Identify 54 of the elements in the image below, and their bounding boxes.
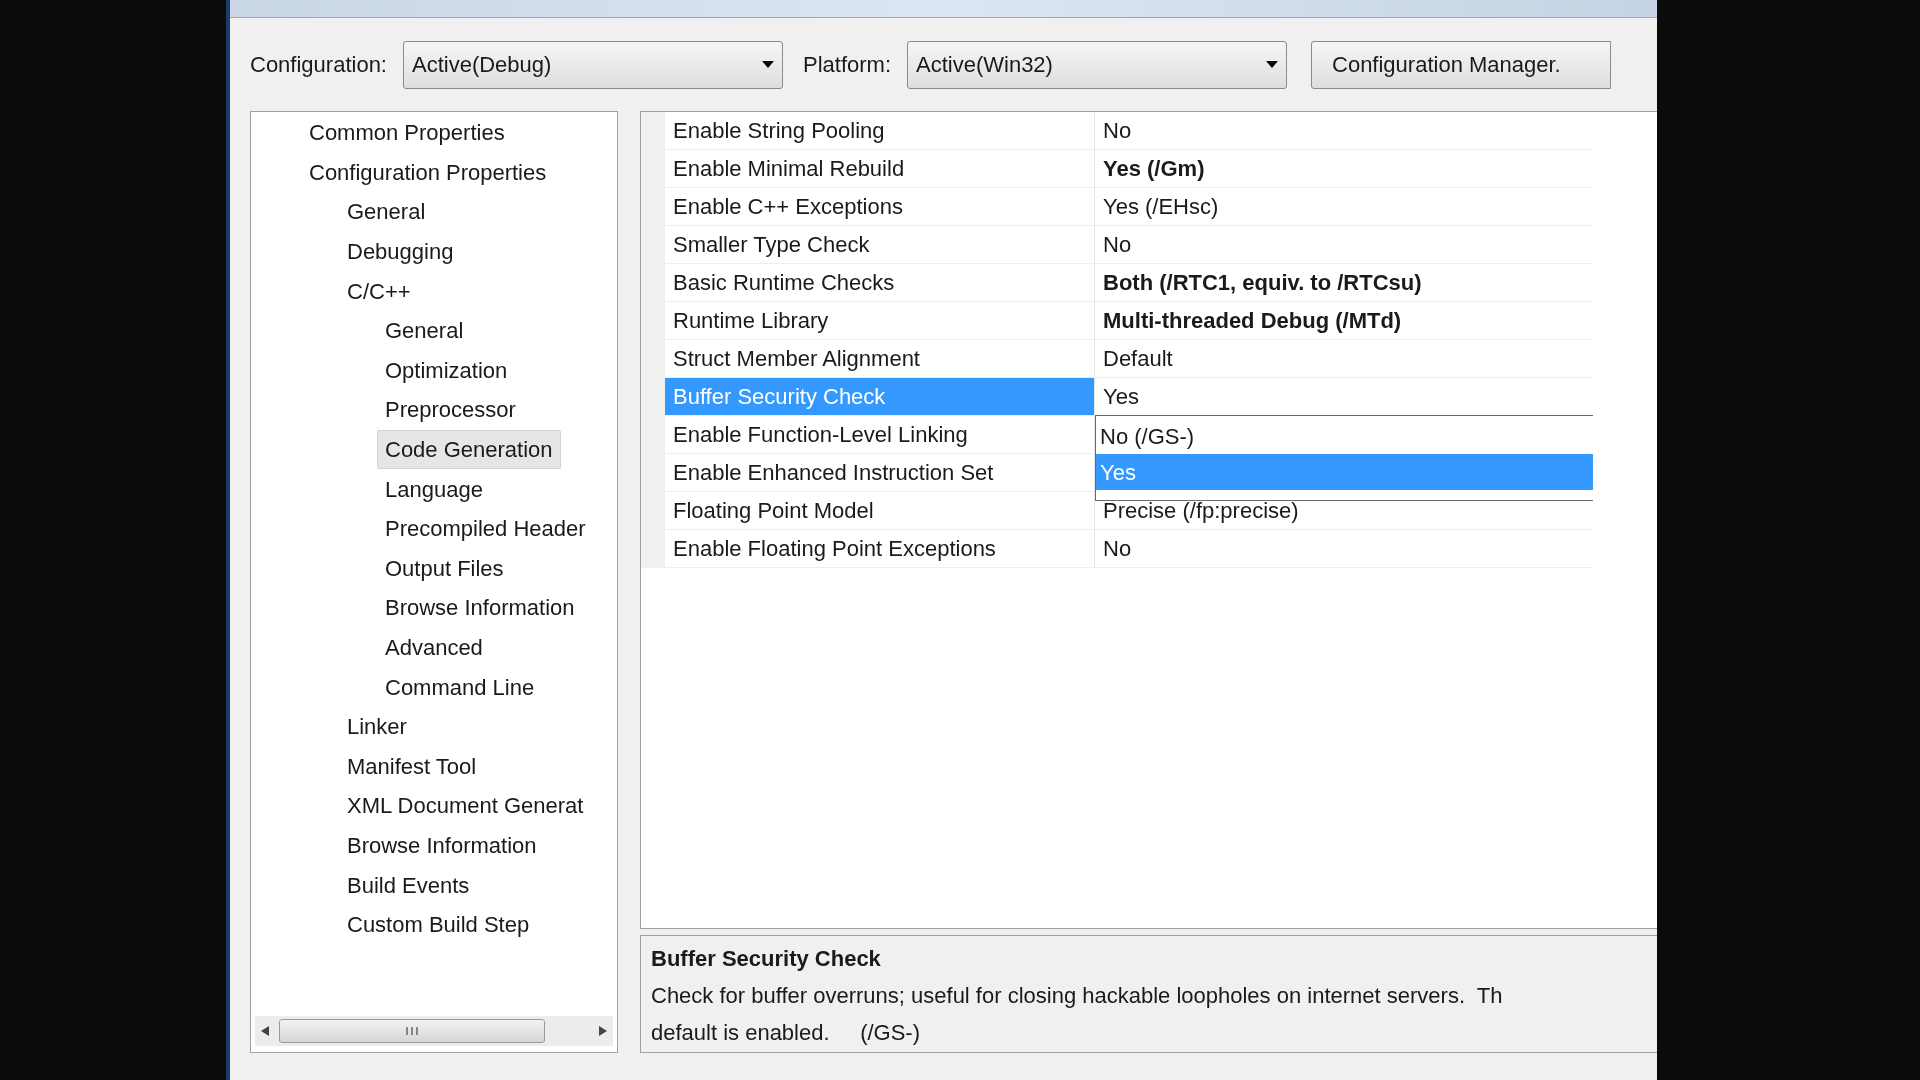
property-value[interactable]: Yes (/EHsc) [1103,190,1219,223]
description-text: default is enabled. (/GS-) [651,1019,922,1047]
property-name[interactable]: Enable Floating Point Exceptions [665,530,1095,567]
tree-item[interactable]: Configuration Properties [301,152,555,192]
property-name[interactable]: Basic Runtime Checks [665,264,1095,301]
tree-item[interactable]: Custom Build Step [339,905,538,945]
property-value[interactable]: Default [1103,342,1173,375]
property-name[interactable]: Struct Member Alignment [665,340,1095,377]
dropdown-option[interactable]: No (/GS-) [1096,418,1593,454]
configuration-manager-button[interactable]: Configuration Manager. [1311,40,1611,89]
tree-item[interactable]: Preprocessor [377,390,524,430]
tree-item[interactable]: Common Properties [301,113,513,153]
property-name[interactable]: Enable String Pooling [665,112,1095,149]
property-value[interactable]: Yes [1103,380,1139,413]
grip-icon [406,1026,418,1036]
tree-item[interactable]: Language [377,469,491,509]
tree-item[interactable]: Command Line [377,667,543,707]
tree-item[interactable]: Output Files [377,548,512,588]
tree-item[interactable]: Linker [339,707,415,747]
description-text: Check for buffer overruns; useful for closing hackable loopholes on internet servers. Th [651,982,1504,1010]
configuration-dropdown[interactable]: Active(Debug) [403,40,783,89]
tree-item[interactable]: C/C++ [339,271,419,311]
property-value[interactable]: Multi-threaded Debug (/MTd) [1103,304,1402,337]
property-name[interactable]: Smaller Type Check [665,226,1095,263]
tree-item[interactable]: Debugging [339,232,462,272]
configuration-label: Configuration: [250,51,387,79]
scroll-right-icon[interactable] [599,1026,607,1036]
dropdown-arrow-icon [762,61,774,68]
platform-label: Platform: [803,51,891,79]
property-name[interactable]: Enable C++ Exceptions [665,188,1095,225]
tree-item[interactable]: Precompiled Header [377,509,594,549]
description-title: Buffer Security Check [651,945,882,973]
tree-item[interactable]: XML Document Generat [339,786,592,826]
tree-item[interactable]: General [377,311,472,351]
tree-item[interactable]: Optimization [377,350,516,390]
dropdown-arrow-icon [1266,61,1278,68]
property-name[interactable]: Runtime Library [665,302,1095,339]
property-value[interactable]: No [1103,228,1132,261]
tree-item[interactable]: Browse Information [377,588,583,628]
tree-item[interactable]: Code Generation [377,430,561,470]
tree-item[interactable]: Browse Information [339,826,545,865]
property-name[interactable]: Enable Minimal Rebuild [665,150,1095,187]
platform-dropdown[interactable]: Active(Win32) [907,40,1287,89]
property-value[interactable]: Yes (/Gm) [1103,152,1205,185]
scroll-left-icon[interactable] [261,1026,269,1036]
tree-item[interactable]: Manifest Tool [339,746,485,786]
scrollbar-thumb[interactable] [279,1019,545,1043]
horizontal-scrollbar[interactable] [255,1016,613,1046]
tree-item[interactable]: Build Events [339,865,478,905]
property-value[interactable]: No [1103,532,1132,565]
property-value[interactable]: Both (/RTC1, equiv. to /RTCsu) [1103,266,1422,299]
tree-item[interactable]: Advanced [377,628,491,667]
property-value[interactable]: No [1103,114,1132,147]
tree-item[interactable]: General [339,192,434,232]
